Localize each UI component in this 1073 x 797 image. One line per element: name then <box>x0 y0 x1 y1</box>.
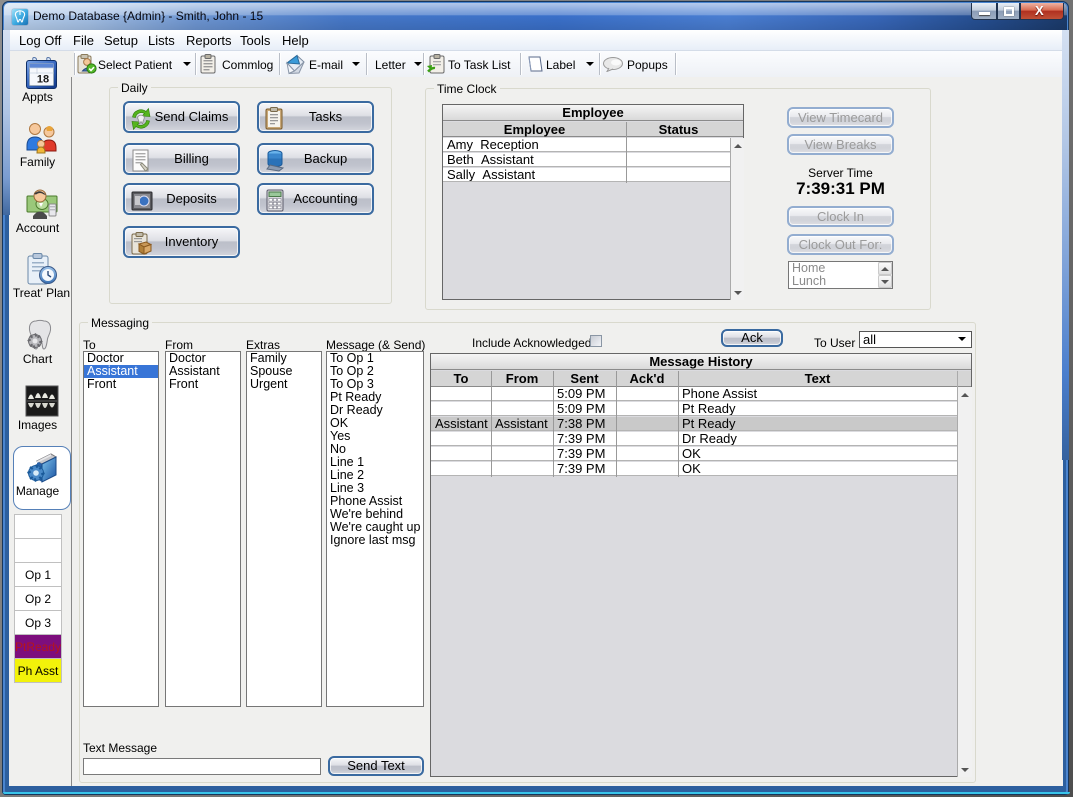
svg-text:18: 18 <box>37 74 49 86</box>
